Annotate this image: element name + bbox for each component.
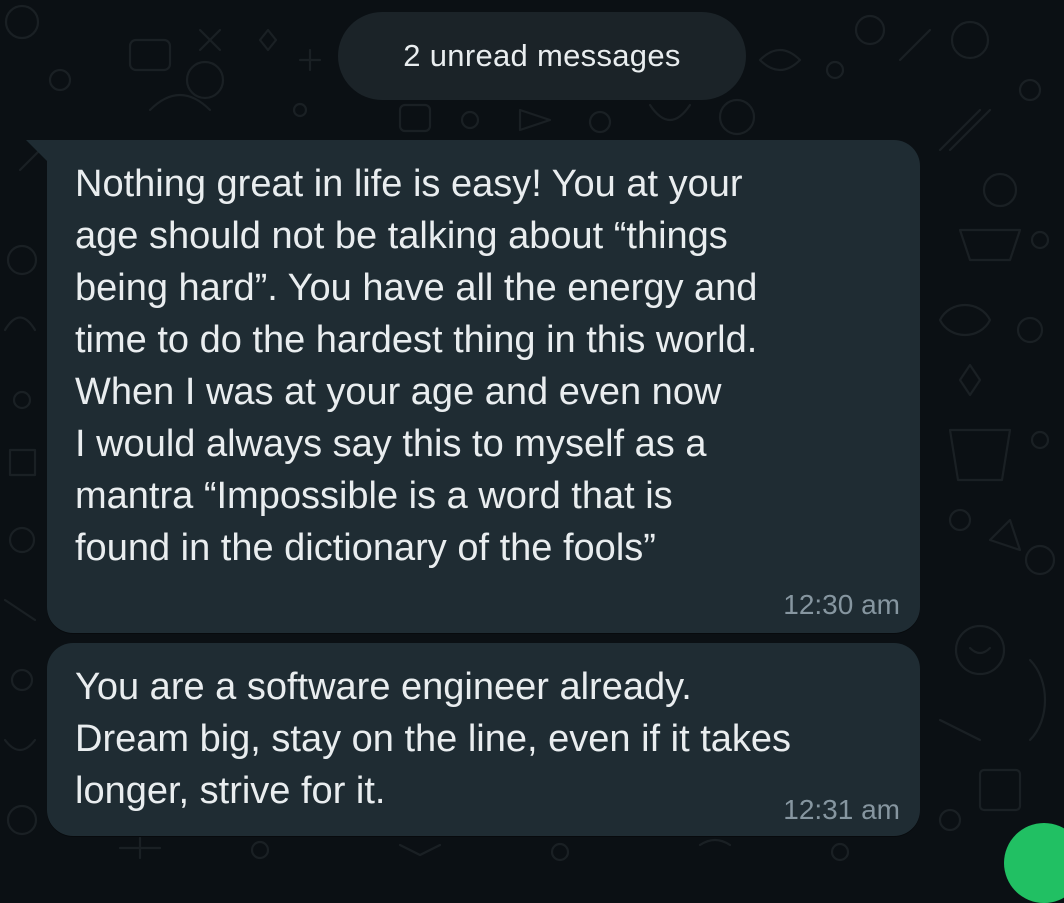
message-text: Nothing great in life is easy! You at yo… [75,163,758,569]
incoming-message-bubble[interactable]: Nothing great in life is easy! You at yo… [47,140,920,633]
message-timestamp: 12:30 am [783,589,900,620]
bubble-tail [26,140,48,162]
unread-messages-label: 2 unread messages [403,38,681,73]
message-timestamp: 12:31 am [783,794,900,825]
unread-messages-banner: 2 unread messages [338,12,746,100]
message-text: You are a software engineer already. Dre… [75,666,792,812]
incoming-message-bubble[interactable]: You are a software engineer already. Dre… [47,643,920,836]
